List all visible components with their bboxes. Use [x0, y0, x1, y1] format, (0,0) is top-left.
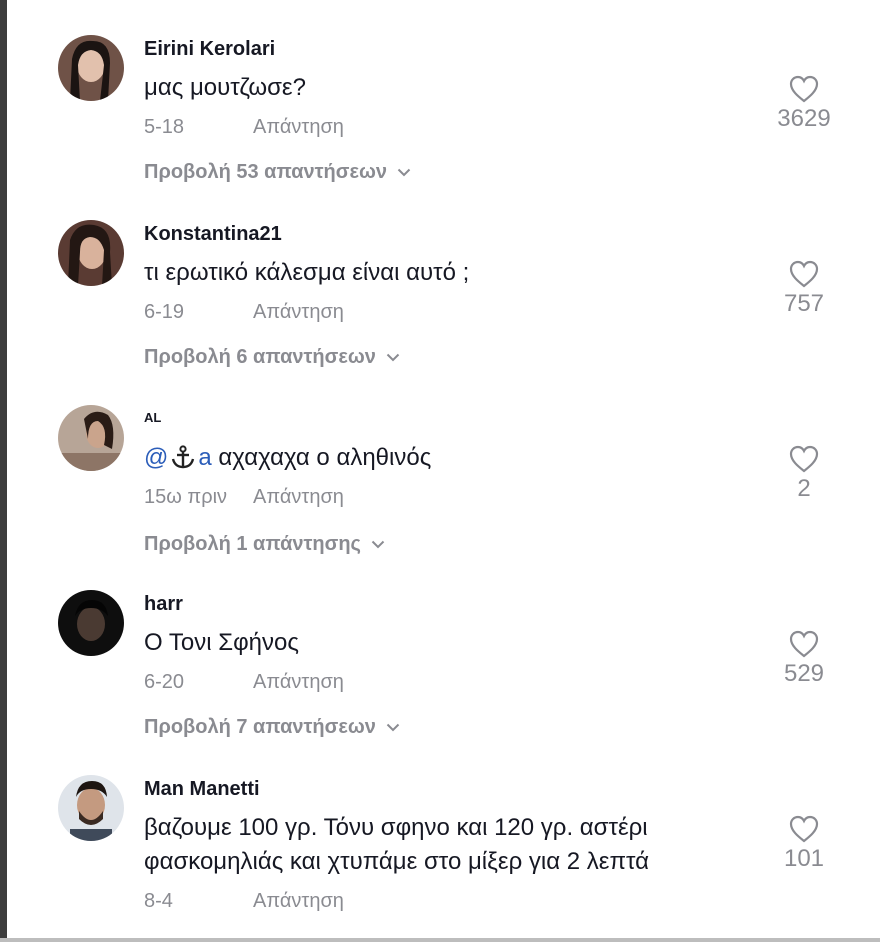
like-button[interactable]: 3629 [770, 75, 838, 133]
heart-outline-icon [789, 815, 819, 843]
comment-text: τι ερωτικό κάλεσμα είναι αυτό ; [144, 259, 470, 286]
comment-username[interactable]: Konstantina21 [144, 223, 282, 246]
comment-date: 6-19 [144, 301, 185, 323]
view-replies-label: Προβολή 6 απαντήσεων [144, 346, 376, 368]
view-replies-button[interactable]: Προβολή 7 απαντήσεων [144, 716, 400, 739]
view-replies-button[interactable]: Προβολή 6 απαντήσεων [144, 346, 400, 369]
chevron-down-icon [386, 353, 400, 362]
chevron-down-icon [386, 723, 400, 732]
reply-button[interactable]: Απάντηση [253, 486, 344, 509]
like-button[interactable]: 101 [770, 815, 838, 873]
avatar[interactable] [58, 35, 124, 101]
comment-text: βαζουμε 100 γρ. Τόνυ σφηνο και 120 γρ. α… [144, 811, 649, 879]
comment-username[interactable]: Eirini Kerolari [144, 38, 275, 61]
view-replies-label: Προβολή 1 απάντησης [144, 533, 361, 555]
comment-text-line: φασκομηλιάς και χτυπάμε στο μίξερ για 2 … [144, 848, 650, 875]
comment-text-line: βαζουμε 100 γρ. Τόνυ σφηνο και 120 γρ. α… [144, 814, 648, 841]
reply-button[interactable]: Απάντηση [253, 671, 344, 694]
comment-date: 15ω πριν [144, 486, 228, 508]
avatar[interactable] [58, 590, 124, 656]
chevron-down-icon [397, 168, 411, 177]
mention-name: a [198, 444, 212, 471]
comment-username[interactable]: Man Manetti [144, 778, 260, 801]
anchor-icon [172, 445, 195, 469]
window-bottom-edge [0, 938, 880, 942]
like-button[interactable]: 529 [770, 630, 838, 688]
comment-body: αχαχαχα ο αληθινός [218, 444, 432, 471]
reply-button[interactable]: Απάντηση [253, 116, 344, 139]
comment-text: μας μουτζωσε? [144, 74, 306, 101]
comment-username[interactable]: AL [144, 410, 161, 425]
comment-date: 6-20 [144, 671, 185, 693]
view-replies-label: Προβολή 53 απαντήσεων [144, 161, 387, 183]
mention-link[interactable]: @ a [144, 444, 212, 471]
like-count: 757 [783, 290, 825, 317]
comment-text: @ a αχαχαχα ο αληθινός [144, 441, 431, 475]
view-replies-button[interactable]: Προβολή 1 απάντησης [144, 533, 385, 556]
reply-button[interactable]: Απάντηση [253, 890, 344, 913]
view-replies-label: Προβολή 7 απαντήσεων [144, 716, 376, 738]
comment-date: 8-4 [144, 890, 173, 912]
heart-outline-icon [789, 445, 819, 473]
like-count: 2 [797, 475, 811, 502]
comment-date: 5-18 [144, 116, 185, 138]
heart-outline-icon [789, 260, 819, 288]
avatar[interactable] [58, 220, 124, 286]
like-count: 3629 [777, 105, 831, 132]
like-count: 529 [783, 660, 825, 687]
avatar[interactable] [58, 775, 124, 841]
comment-text: Ο Τονι Σφήνος [144, 629, 299, 656]
mention-at: @ [144, 444, 169, 471]
chevron-down-icon [371, 540, 385, 549]
heart-outline-icon [789, 630, 819, 658]
window-left-edge [0, 0, 7, 942]
heart-outline-icon [789, 75, 819, 103]
like-button[interactable]: 2 [770, 445, 838, 503]
avatar[interactable] [58, 405, 124, 471]
like-count: 101 [783, 845, 825, 872]
reply-button[interactable]: Απάντηση [253, 301, 344, 324]
comment-username[interactable]: harr [144, 593, 183, 616]
view-replies-button[interactable]: Προβολή 53 απαντήσεων [144, 161, 411, 184]
like-button[interactable]: 757 [770, 260, 838, 318]
